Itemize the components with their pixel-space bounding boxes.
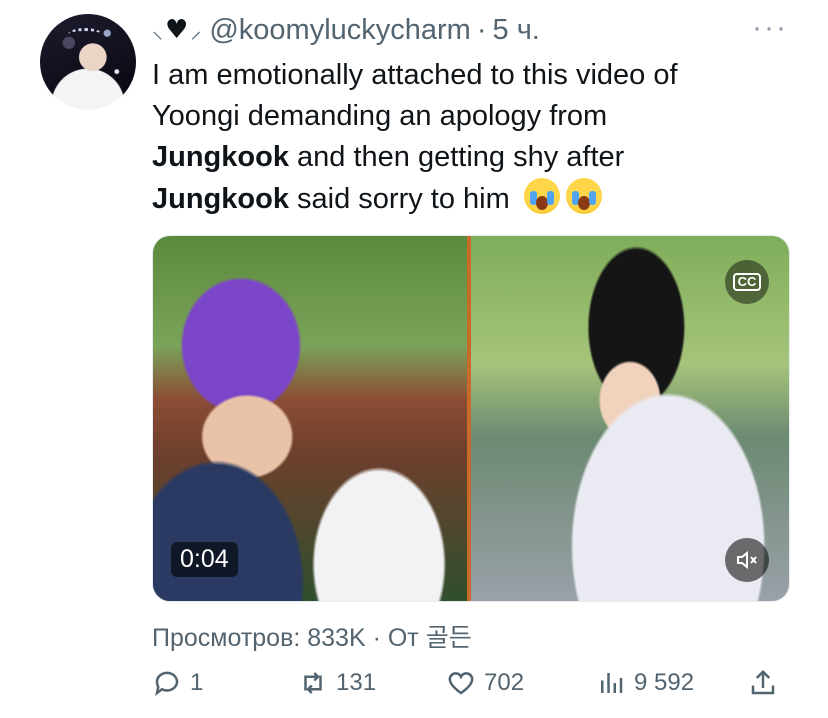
tweet-header: ⸜ ♥ ⸝ @koomyluckycharm · 5 ч. <box>152 12 540 48</box>
mention-jungkook: Jungkook <box>152 141 289 173</box>
author-handle[interactable]: @koomyluckycharm <box>209 14 471 47</box>
video-player[interactable]: CC 0:04 <box>152 235 790 602</box>
crying-face-icon <box>523 178 560 214</box>
tweet-time[interactable]: 5 ч. <box>493 14 540 47</box>
tweet-text: I am emotionally attached to this video … <box>152 55 792 220</box>
more-icon[interactable]: ··· <box>752 13 788 43</box>
avatar[interactable] <box>40 14 136 110</box>
views-icon <box>601 673 623 693</box>
tweet-line-3: Jungkook and then getting shy after <box>152 141 625 173</box>
share-icon <box>751 669 775 695</box>
decoration-heart-icon: ⸜ ♥ ⸝ <box>152 15 202 45</box>
tweet-line-4: Jungkook said sorry to him <box>152 178 792 220</box>
retweet-button[interactable]: 131 <box>298 668 376 698</box>
view-count-line: Просмотров: 833K · От 골든 <box>152 624 472 652</box>
crying-face-icon <box>565 178 602 214</box>
video-timestamp: 0:04 <box>171 542 238 577</box>
tweet-line-2: Yoongi demanding an apology from <box>152 100 608 132</box>
reply-button[interactable]: 1 <box>152 668 203 698</box>
cc-icon[interactable]: CC <box>725 260 769 304</box>
like-button[interactable]: 702 <box>446 668 524 698</box>
separator-dot: · <box>476 13 487 46</box>
action-bar: 1 131 702 9 592 <box>152 668 788 708</box>
views-button[interactable]: 9 592 <box>596 668 694 698</box>
retweet-icon <box>304 672 322 694</box>
mute-icon[interactable] <box>725 538 769 582</box>
tweet-line-1: I am emotionally attached to this video … <box>152 59 678 91</box>
like-icon <box>448 672 474 695</box>
share-button[interactable] <box>748 668 778 698</box>
reply-icon <box>155 671 179 696</box>
mention-jungkook-2: Jungkook <box>152 183 289 215</box>
